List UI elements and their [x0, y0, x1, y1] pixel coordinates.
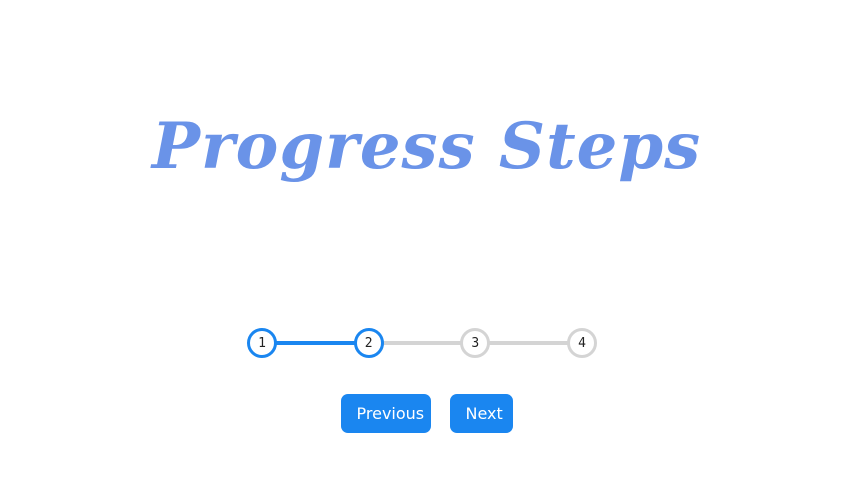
page: Progress Steps 1 2 3 4 Previous Next — [0, 0, 853, 491]
step-circle-3: 3 — [460, 328, 491, 358]
progress-steps: 1 2 3 4 — [247, 328, 597, 358]
step-circle-2: 2 — [353, 328, 384, 358]
next-button[interactable]: Next — [449, 394, 513, 433]
step-circle-4: 4 — [567, 328, 597, 358]
step-circle-1: 1 — [247, 328, 277, 358]
button-row: Previous Next — [0, 394, 853, 433]
previous-button[interactable]: Previous — [340, 394, 431, 433]
progress-track-fill — [262, 341, 369, 345]
page-title: Progress Steps — [151, 108, 702, 184]
progress-track — [262, 341, 582, 345]
